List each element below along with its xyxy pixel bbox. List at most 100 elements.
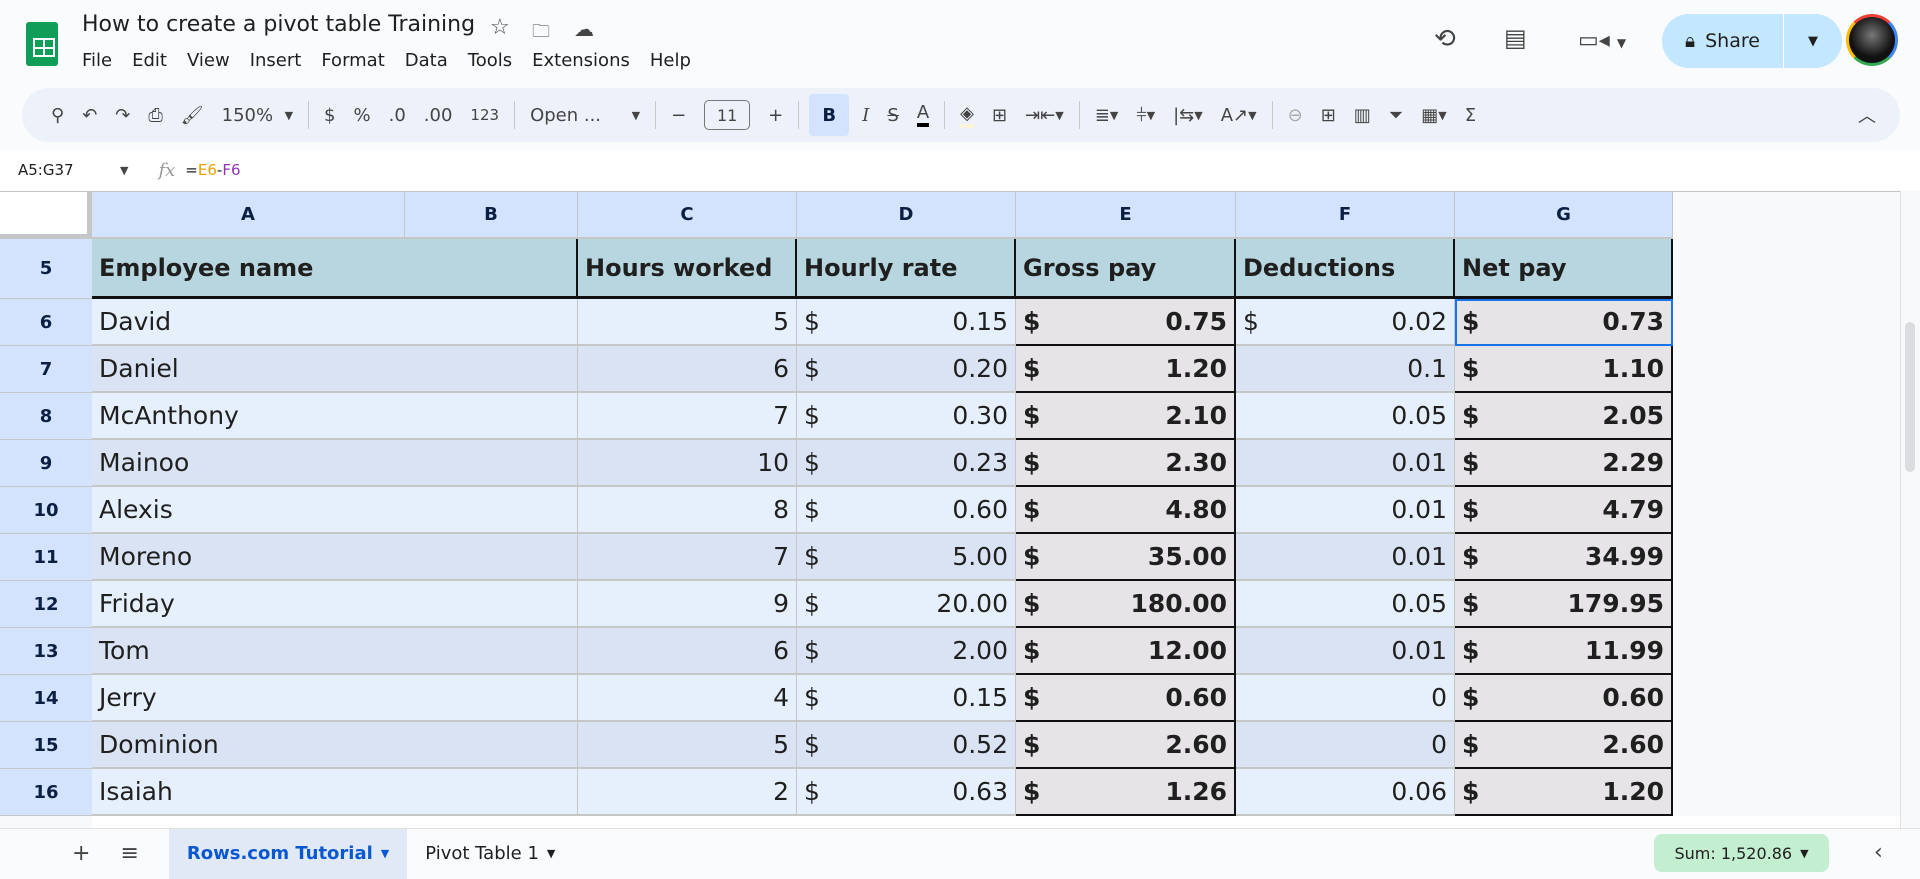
cell-hourly-rate[interactable]: $0.52 [797,722,1016,769]
cell-deductions[interactable]: 0.01 [1236,628,1455,675]
cell-hours-worked[interactable]: 6 [578,628,797,675]
avatar[interactable] [1846,14,1898,66]
name-box[interactable]: A5:G37 [0,161,120,179]
cell-hourly-rate[interactable]: $0.20 [797,346,1016,393]
cell-employee-name[interactable]: Isaiah [92,769,578,816]
cell-net-pay[interactable]: $179.95 [1455,581,1673,628]
font-size-input[interactable]: 11 [704,100,751,130]
menu-tools[interactable]: Tools [458,50,522,71]
cell-deductions[interactable]: 0 [1236,722,1455,769]
cell-employee-name[interactable]: David [92,299,578,346]
chart-icon[interactable]: ▥ [1354,105,1371,126]
fill-color-icon[interactable]: ◈ [960,103,974,128]
cell-hourly-rate[interactable]: $20.00 [797,581,1016,628]
cell-employee-name[interactable]: Mainoo [92,440,578,487]
menu-data[interactable]: Data [395,50,458,71]
cell-hours-worked[interactable]: 9 [578,581,797,628]
column-header-b[interactable]: B [405,192,578,239]
row-header[interactable]: 11 [0,534,92,581]
column-header-a[interactable]: A [92,192,405,239]
all-sheets-icon[interactable]: ≡ [120,841,138,866]
undo-icon[interactable]: ↶ [82,105,97,126]
cell-gross-pay[interactable]: $2.10 [1016,393,1236,440]
cell-net-pay[interactable]: $2.29 [1455,440,1673,487]
cell-hourly-rate[interactable]: $0.30 [797,393,1016,440]
strikethrough-icon[interactable]: S [887,105,898,126]
header-cell-gross-pay[interactable]: Gross pay [1016,239,1236,299]
cell-hourly-rate[interactable]: $0.15 [797,299,1016,346]
history-icon[interactable]: ⟲ [1434,24,1456,54]
vertical-scrollbar[interactable] [1900,191,1920,828]
italic-button[interactable]: I [862,105,869,126]
sheet-tab[interactable]: Rows.com Tutorial ▼ [168,828,408,879]
cell-gross-pay[interactable]: $0.75 [1016,299,1236,346]
cell-hours-worked[interactable]: 6 [578,346,797,393]
header-cell-hourly-rate[interactable]: Hourly rate [797,239,1016,299]
comment-icon[interactable]: ▤ [1504,24,1527,52]
cell-gross-pay[interactable]: $4.80 [1016,487,1236,534]
header-cell-deductions[interactable]: Deductions [1236,239,1455,299]
share-button[interactable]: 🔒︎ Share ▼ [1662,14,1842,68]
zoom-select[interactable]: 150% ▼ [222,105,293,126]
cell-deductions[interactable]: 0.1 [1236,346,1455,393]
cell-hours-worked[interactable]: 8 [578,487,797,534]
cell-net-pay[interactable]: $1.10 [1455,346,1673,393]
paint-format-icon[interactable]: 🖌︎ [181,105,204,126]
vertical-scrollbar-thumb[interactable] [1905,322,1915,472]
menu-extensions[interactable]: Extensions [522,50,640,71]
decrease-font-size-button[interactable]: − [671,105,686,126]
column-header-d[interactable]: D [797,192,1016,239]
increase-font-size-button[interactable]: + [768,105,783,126]
meet-icon[interactable]: ▭◂ ▼ [1578,28,1626,53]
row-header[interactable]: 8 [0,393,92,440]
row-header[interactable]: 7 [0,346,92,393]
cell-net-pay[interactable]: $2.05 [1455,393,1673,440]
column-header-f[interactable]: F [1236,192,1455,239]
cell-gross-pay[interactable]: $1.20 [1016,346,1236,393]
cell-employee-name[interactable]: Tom [92,628,578,675]
header-cell-hours-worked[interactable]: Hours worked [578,239,797,299]
menu-format[interactable]: Format [311,50,394,71]
cell-employee-name[interactable]: McAnthony [92,393,578,440]
cell-hourly-rate[interactable]: $0.63 [797,769,1016,816]
cell-gross-pay[interactable]: $12.00 [1016,628,1236,675]
menu-file[interactable]: File [82,50,122,71]
increase-decimal-button[interactable]: .00 [424,105,453,126]
cell-gross-pay[interactable]: $2.30 [1016,440,1236,487]
cell-deductions[interactable]: 0 [1236,675,1455,722]
column-header-g[interactable]: G [1455,192,1673,239]
row-header[interactable]: 16 [0,769,92,816]
row-header[interactable]: 10 [0,487,92,534]
row-header[interactable]: 9 [0,440,92,487]
vertical-align-icon[interactable]: ⫩ ▼ [1136,105,1155,126]
menu-edit[interactable]: Edit [122,50,177,71]
sum-indicator[interactable]: Sum: 1,520.86 ▼ [1654,834,1829,872]
cell-gross-pay[interactable]: $180.00 [1016,581,1236,628]
percent-format-button[interactable]: % [353,105,370,126]
cell-hours-worked[interactable]: 5 [578,299,797,346]
functions-icon[interactable]: Σ [1465,105,1476,126]
cell-hours-worked[interactable]: 10 [578,440,797,487]
cloud-saved-icon[interactable]: ☁ [574,17,594,41]
menu-help[interactable]: Help [640,50,701,71]
dropdown-icon[interactable]: ▼ [381,847,389,860]
cell-net-pay[interactable]: $11.99 [1455,628,1673,675]
cell-deductions[interactable]: 0.01 [1236,534,1455,581]
cell-gross-pay[interactable]: $1.26 [1016,769,1236,816]
merge-cells-icon[interactable]: ⇥⇤ ▼ [1025,105,1064,126]
header-cell-net-pay[interactable]: Net pay [1455,239,1673,299]
menu-insert[interactable]: Insert [240,50,312,71]
cell-gross-pay[interactable]: $0.60 [1016,675,1236,722]
add-sheet-icon[interactable]: + [72,841,90,866]
cell-employee-name[interactable]: Jerry [92,675,578,722]
cell-hours-worked[interactable]: 4 [578,675,797,722]
row-header[interactable]: 15 [0,722,92,769]
add-comment-icon[interactable]: ⊞ [1321,105,1336,126]
menu-view[interactable]: View [177,50,240,71]
header-cell-employee-name[interactable]: Employee name [92,239,578,299]
cell-deductions[interactable]: 0.01 [1236,487,1455,534]
cell-net-pay[interactable]: $34.99 [1455,534,1673,581]
text-color-icon[interactable]: A [916,103,930,127]
cell-net-pay[interactable]: $1.20 [1455,769,1673,816]
cell-gross-pay[interactable]: $2.60 [1016,722,1236,769]
